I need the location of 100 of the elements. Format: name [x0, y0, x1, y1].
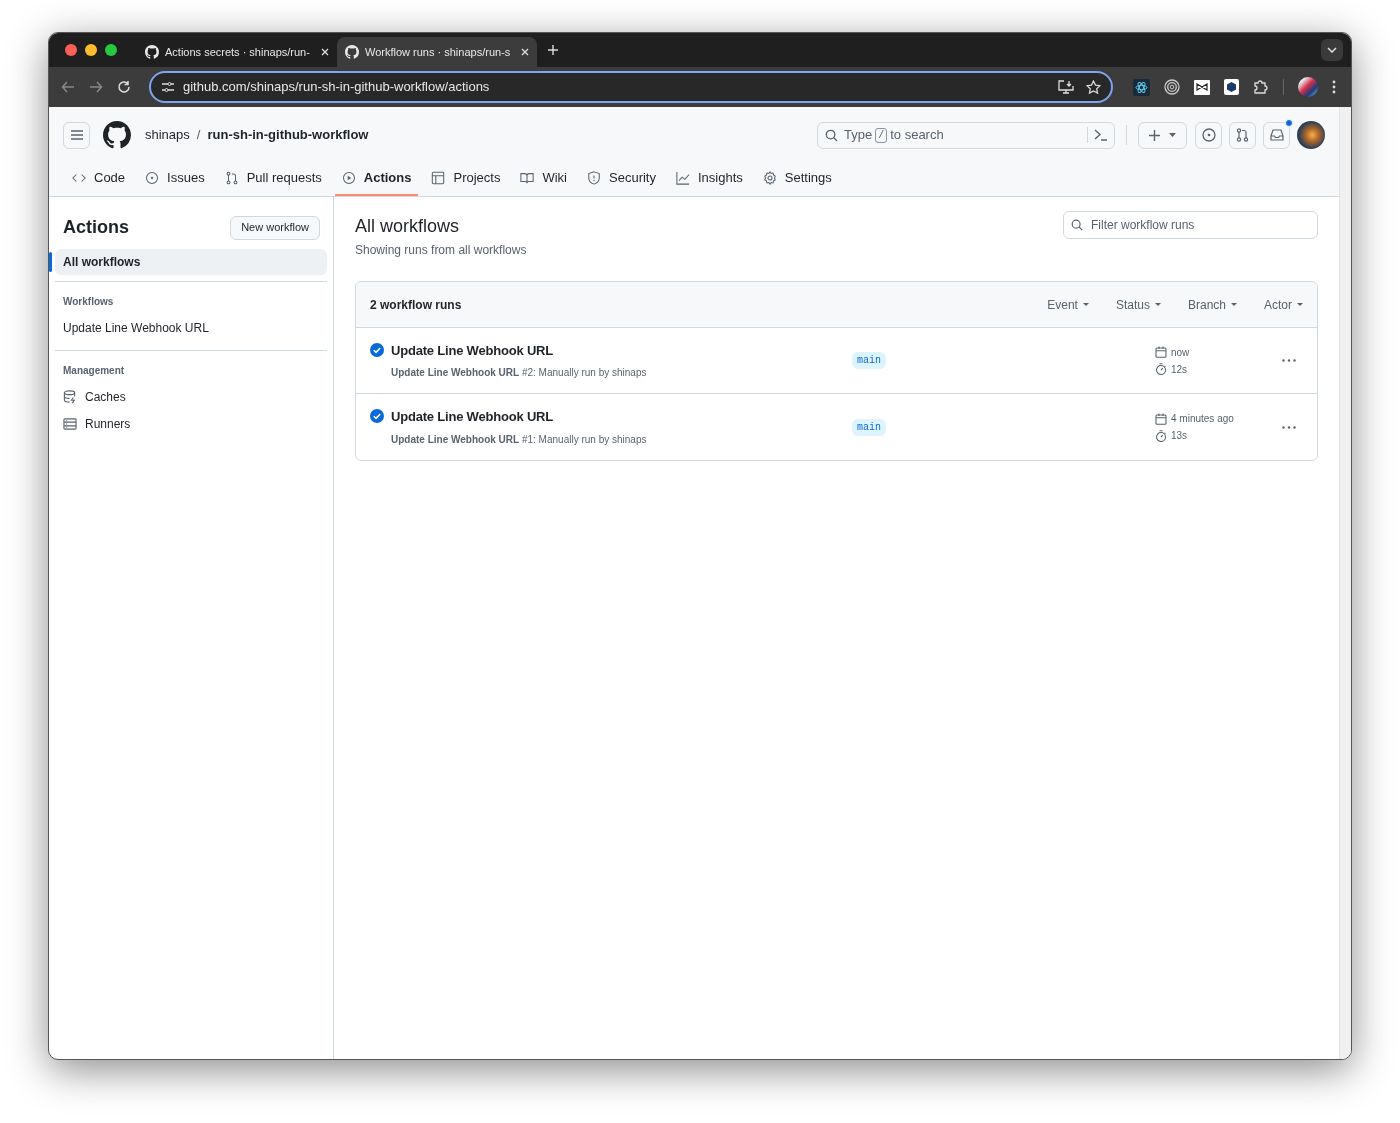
- caret-icon: [1154, 303, 1161, 306]
- filter-field[interactable]: Filter workflow runs: [1063, 211, 1318, 239]
- sidebar-item[interactable]: All workflows: [55, 249, 327, 275]
- github-logo-icon[interactable]: [103, 121, 131, 149]
- repo-tab[interactable]: Issues: [138, 163, 212, 196]
- database-icon: [63, 390, 77, 404]
- back-icon[interactable]: [61, 80, 75, 94]
- caret-icon: [1297, 303, 1303, 306]
- close-tab-icon[interactable]: [521, 48, 529, 56]
- filter-dropdown[interactable]: Branch: [1187, 295, 1237, 314]
- sidebar-item[interactable]: Update Line Webhook URL: [55, 315, 327, 341]
- plus-icon: [1149, 129, 1160, 141]
- pull-requests-button[interactable]: [1229, 121, 1256, 149]
- repo-owner-link[interactable]: shinaps: [145, 125, 190, 145]
- run-details: Update Line Webhook URL #1: Manually run by shinaps: [391, 432, 647, 447]
- menu-button[interactable]: [63, 121, 90, 149]
- table-icon: [431, 170, 446, 185]
- user-avatar[interactable]: [1297, 121, 1325, 149]
- hexagon-extension-icon[interactable]: [1224, 79, 1239, 95]
- sidebar-title: Actions: [63, 216, 129, 239]
- repo-tab[interactable]: Security: [580, 163, 663, 196]
- stopwatch-icon: [1155, 429, 1167, 442]
- minimize-window-icon[interactable]: [85, 44, 97, 56]
- page-subtitle: Showing runs from all workflows: [355, 242, 527, 259]
- target-extension-icon[interactable]: [1164, 79, 1180, 95]
- ellipsis-icon: [1282, 425, 1296, 429]
- github-logo-icon: [345, 45, 359, 59]
- bookmark-star-icon[interactable]: [1086, 79, 1101, 95]
- search-field[interactable]: Type / to search: [817, 121, 1115, 149]
- reload-icon[interactable]: [117, 80, 131, 94]
- hamburger-icon: [70, 130, 83, 140]
- breadcrumb-separator: /: [196, 126, 201, 145]
- filter-dropdown[interactable]: Actor: [1264, 295, 1303, 314]
- new-workflow-button[interactable]: New workflow: [230, 215, 320, 240]
- repo-name-link[interactable]: run-sh-in-github-workflow: [207, 125, 369, 145]
- browser-tab[interactable]: Actions secrets · shinaps/run-: [137, 37, 337, 67]
- address-bar[interactable]: github.com/shinaps/run-sh-in-github-workflow/actions: [149, 71, 1113, 103]
- profile-avatar[interactable]: [1298, 77, 1318, 97]
- issue-icon: [145, 170, 160, 185]
- issue-icon: [1201, 128, 1216, 142]
- site-settings-icon[interactable]: [161, 81, 175, 93]
- pull-request-icon: [1236, 128, 1249, 142]
- scrollbar[interactable]: [1339, 107, 1351, 1059]
- line-graph-icon: [675, 170, 690, 185]
- sidebar-item[interactable]: Caches: [55, 384, 327, 410]
- issues-button[interactable]: [1195, 121, 1222, 149]
- section-heading: Workflows: [62, 295, 115, 309]
- caret-icon: [1231, 303, 1237, 306]
- more-vertical-icon[interactable]: [1332, 80, 1336, 94]
- server-icon: [63, 417, 77, 431]
- run-title-link[interactable]: Update Line Webhook URL: [391, 340, 647, 361]
- shortcut-key: /: [875, 127, 888, 143]
- run-details: Update Line Webhook URL #2: Manually run by shinaps: [391, 366, 647, 381]
- repo-tab[interactable]: Pull requests: [217, 163, 329, 196]
- branch-label[interactable]: main: [852, 352, 886, 369]
- pull-request-icon: [224, 170, 239, 185]
- stopwatch-icon: [1155, 363, 1167, 375]
- filter-dropdown[interactable]: Status: [1115, 295, 1161, 314]
- play-icon: [341, 170, 356, 185]
- bowtie-extension-icon[interactable]: [1194, 79, 1210, 95]
- book-icon: [520, 170, 535, 185]
- ellipsis-icon: [1282, 359, 1296, 362]
- run-duration: 12s: [1171, 362, 1188, 377]
- tab-list-icon[interactable]: [1321, 39, 1343, 61]
- browser-tab[interactable]: Workflow runs · shinaps/run-s: [337, 37, 537, 67]
- sidebar-item[interactable]: Runners: [55, 411, 327, 437]
- puzzle-piece-icon[interactable]: [1253, 79, 1269, 95]
- repo-tab[interactable]: Actions: [334, 163, 419, 196]
- command-palette-icon[interactable]: [1094, 129, 1108, 141]
- repo-tab[interactable]: Code: [65, 163, 133, 196]
- calendar-icon: [1155, 412, 1167, 425]
- atom-extension-icon[interactable]: [1133, 78, 1150, 96]
- repo-tab[interactable]: Insights: [668, 163, 750, 196]
- search-icon: [825, 128, 838, 142]
- search-placeholder: Type: [844, 126, 873, 145]
- shield-icon: [587, 170, 601, 185]
- run-title-link[interactable]: Update Line Webhook URL: [391, 407, 647, 427]
- gear-icon: [762, 170, 777, 185]
- repo-tab[interactable]: Settings: [755, 163, 839, 196]
- filter-dropdown[interactable]: Event: [1047, 295, 1089, 314]
- search-icon: [1071, 219, 1083, 231]
- forward-icon[interactable]: [89, 80, 103, 94]
- section-heading: Management: [62, 364, 126, 378]
- repo-tab[interactable]: Wiki: [513, 163, 574, 196]
- zoom-window-icon[interactable]: [105, 44, 117, 56]
- search-placeholder: to search: [890, 126, 944, 145]
- branch-label[interactable]: main: [852, 418, 886, 436]
- inbox-icon: [1269, 129, 1284, 141]
- install-app-icon[interactable]: [1058, 80, 1074, 94]
- new-tab-icon[interactable]: [547, 44, 559, 56]
- repo-tab[interactable]: Projects: [424, 163, 508, 196]
- caret-icon: [1082, 303, 1089, 306]
- runs-count: 2 workflow runs: [370, 296, 463, 314]
- close-window-icon[interactable]: [65, 44, 77, 56]
- run-time: now: [1171, 345, 1190, 360]
- inbox-button[interactable]: [1263, 121, 1290, 149]
- close-tab-icon[interactable]: [321, 48, 329, 56]
- create-new-button[interactable]: [1138, 121, 1187, 149]
- calendar-icon: [1155, 346, 1167, 358]
- run-duration: 13s: [1171, 429, 1188, 443]
